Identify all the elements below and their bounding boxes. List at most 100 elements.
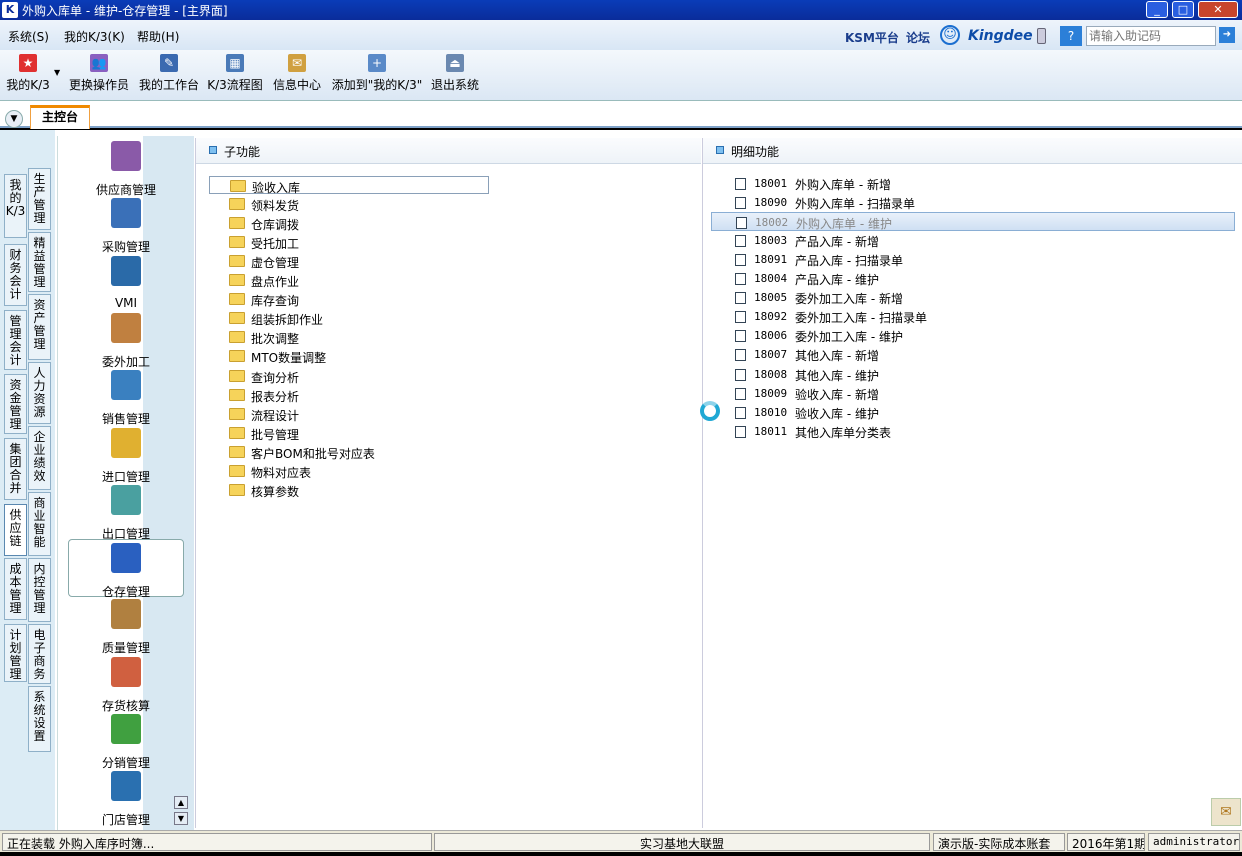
category-tab[interactable]: 成本管理 xyxy=(4,558,27,620)
my-workbench-button[interactable]: ✎ 我的工作台 xyxy=(138,52,200,96)
folder-icon xyxy=(229,217,245,230)
detail-item[interactable]: 18006 委外加工入库 - 维护 xyxy=(711,326,1235,345)
menu-system[interactable]: 系统(S) xyxy=(8,28,49,45)
category-tab[interactable]: 集团合并 xyxy=(4,438,27,500)
k3-flowchart-button[interactable]: ▦ K/3流程图 xyxy=(206,52,264,96)
module-item[interactable]: VMI xyxy=(68,253,184,311)
chevron-down-icon[interactable]: ▼ xyxy=(5,110,23,128)
help-assistant-icon[interactable]: ? xyxy=(1060,26,1082,46)
folder-icon xyxy=(229,274,245,287)
detail-code: 18002 xyxy=(755,216,789,230)
subfunction-item[interactable]: 仓库调拨 xyxy=(209,214,489,232)
category-tab[interactable]: 供应链 xyxy=(4,504,27,556)
module-item[interactable]: 仓存管理 xyxy=(68,539,184,599)
detail-item[interactable]: 18005 委外加工入库 - 新增 xyxy=(711,288,1235,307)
close-button[interactable]: ✕ xyxy=(1198,1,1238,18)
subfunction-item[interactable]: 虚仓管理 xyxy=(209,252,489,270)
subfunction-item[interactable]: 批次调整 xyxy=(209,328,489,346)
message-center-button[interactable]: ✉ 信息中心 xyxy=(270,52,324,96)
subfunction-item[interactable]: 验收入库 xyxy=(209,176,489,195)
folder-icon xyxy=(229,236,245,249)
subfunction-item[interactable]: 领料发货 xyxy=(209,195,489,213)
detail-item[interactable]: 18091 产品入库 - 扫描录单 xyxy=(711,250,1235,269)
category-tab[interactable]: 人力资源 xyxy=(28,362,51,424)
document-icon xyxy=(735,235,746,248)
go-button[interactable]: ➜ xyxy=(1219,27,1235,43)
category-tab[interactable]: 管理会计 xyxy=(4,310,27,370)
minimize-button[interactable]: _ xyxy=(1146,1,1168,18)
module-item[interactable]: 采购管理 xyxy=(68,195,184,254)
menu-bar: 系统(S) 我的K/3(K) 帮助(H) KSM平台 论坛 ☺ Kingdee … xyxy=(0,20,1242,50)
detail-item[interactable]: 18010 验收入库 - 维护 xyxy=(711,403,1235,422)
category-tab[interactable]: 资金管理 xyxy=(4,374,27,434)
category-tab[interactable]: 系统设置 xyxy=(28,686,51,752)
detail-item[interactable]: 18008 其他入库 - 维护 xyxy=(711,365,1235,384)
module-label: 门店管理 xyxy=(101,813,150,828)
module-item[interactable]: 委外加工 xyxy=(68,310,184,369)
category-tab[interactable]: 财务会计 xyxy=(4,244,27,306)
category-tab[interactable]: 资产管理 xyxy=(28,294,51,360)
subfunction-item[interactable]: 客户BOM和批号对应表 xyxy=(209,443,489,461)
category-tab[interactable]: 电子商务 xyxy=(28,624,51,684)
title-bar: K 外购入库单 - 维护-仓存管理 - [主界面] _ □ ✕ xyxy=(0,0,1242,20)
subfunction-item[interactable]: 库存查询 xyxy=(209,290,489,308)
change-operator-button[interactable]: 👥 更换操作员 xyxy=(66,52,132,96)
subfunction-item[interactable]: 受托加工 xyxy=(209,233,489,251)
add-to-my-k3-button[interactable]: + 添加到"我的K/3" xyxy=(330,52,424,96)
detail-item[interactable]: 18009 验收入库 - 新增 xyxy=(711,384,1235,403)
detail-label: 其他入库单分类表 xyxy=(795,425,892,440)
smile-icon[interactable]: ☺ xyxy=(940,25,960,45)
module-item[interactable]: 存货核算 xyxy=(68,654,184,713)
module-item[interactable]: 销售管理 xyxy=(68,367,184,426)
ksm-platform-link[interactable]: KSM平台 xyxy=(845,29,899,46)
detail-item[interactable]: 18001 外购入库单 - 新增 xyxy=(711,174,1235,193)
category-tab[interactable]: 精益管理 xyxy=(28,232,51,292)
mnemonic-search-input[interactable] xyxy=(1086,26,1216,46)
subfunction-item[interactable]: 核算参数 xyxy=(209,481,489,499)
category-tab[interactable]: 生产管理 xyxy=(28,168,51,230)
detail-item[interactable]: 18092 委外加工入库 - 扫描录单 xyxy=(711,307,1235,326)
subfunction-label: 报表分析 xyxy=(251,389,300,404)
subfunction-item[interactable]: 组装拆卸作业 xyxy=(209,309,489,327)
detail-item[interactable]: 18007 其他入库 - 新增 xyxy=(711,345,1235,364)
detail-item[interactable]: 18011 其他入库单分类表 xyxy=(711,422,1235,441)
menu-my-k3[interactable]: 我的K/3(K) xyxy=(64,28,125,45)
phone-icon[interactable] xyxy=(1037,28,1046,44)
folder-icon xyxy=(229,369,245,382)
category-tab[interactable]: 计划管理 xyxy=(4,624,27,682)
subfunction-item[interactable]: 报表分析 xyxy=(209,386,489,404)
menu-help[interactable]: 帮助(H) xyxy=(137,28,179,45)
module-item[interactable]: 分销管理 xyxy=(68,711,184,770)
forum-link[interactable]: 论坛 xyxy=(906,29,930,46)
subfunction-item[interactable]: MTO数量调整 xyxy=(209,347,489,365)
maximize-button[interactable]: □ xyxy=(1172,1,1194,18)
detail-item[interactable]: 18004 产品入库 - 维护 xyxy=(711,269,1235,288)
module-item[interactable]: 供应商管理 xyxy=(68,138,184,197)
module-item[interactable]: 质量管理 xyxy=(68,596,184,655)
mail-icon[interactable]: ✉ xyxy=(1211,798,1241,826)
category-tab[interactable]: 商业智能 xyxy=(28,492,51,556)
subfunction-label: 物料对应表 xyxy=(251,465,312,480)
subfunction-item[interactable]: 查询分析 xyxy=(209,367,489,385)
category-tab[interactable]: 我的K/3 xyxy=(4,174,27,238)
subfunction-item[interactable]: 流程设计 xyxy=(209,405,489,423)
chevron-down-icon[interactable]: ▼ xyxy=(54,68,60,77)
tab-main-console[interactable]: 主控台 xyxy=(30,105,90,129)
scroll-down-button[interactable]: ▼ xyxy=(174,812,188,825)
detail-item[interactable]: 18002 外购入库单 - 维护 xyxy=(711,212,1235,232)
category-tab[interactable]: 企业绩效 xyxy=(28,426,51,490)
module-item[interactable]: 出口管理 xyxy=(68,482,184,541)
detail-item[interactable]: 18003 产品入库 - 新增 xyxy=(711,231,1235,250)
subfunction-item[interactable]: 盘点作业 xyxy=(209,271,489,289)
my-k3-button[interactable]: ★ 我的K/3 xyxy=(4,52,52,96)
subfunction-item[interactable]: 物料对应表 xyxy=(209,462,489,480)
detail-item[interactable]: 18090 外购入库单 - 扫描录单 xyxy=(711,193,1235,212)
scroll-up-button[interactable]: ▲ xyxy=(174,796,188,809)
category-tab[interactable]: 内控管理 xyxy=(28,558,51,622)
module-item[interactable]: 进口管理 xyxy=(68,425,184,484)
kingdee-app-icon: K xyxy=(2,2,18,18)
exit-system-button[interactable]: ⏏ 退出系统 xyxy=(430,52,480,96)
status-bar: 正在装载 外购入库序时簿... 实习基地大联盟 演示版-实际成本账套 2016年… xyxy=(0,830,1242,852)
subfunction-item[interactable]: 批号管理 xyxy=(209,424,489,442)
module-item[interactable]: 门店管理 xyxy=(68,768,184,828)
